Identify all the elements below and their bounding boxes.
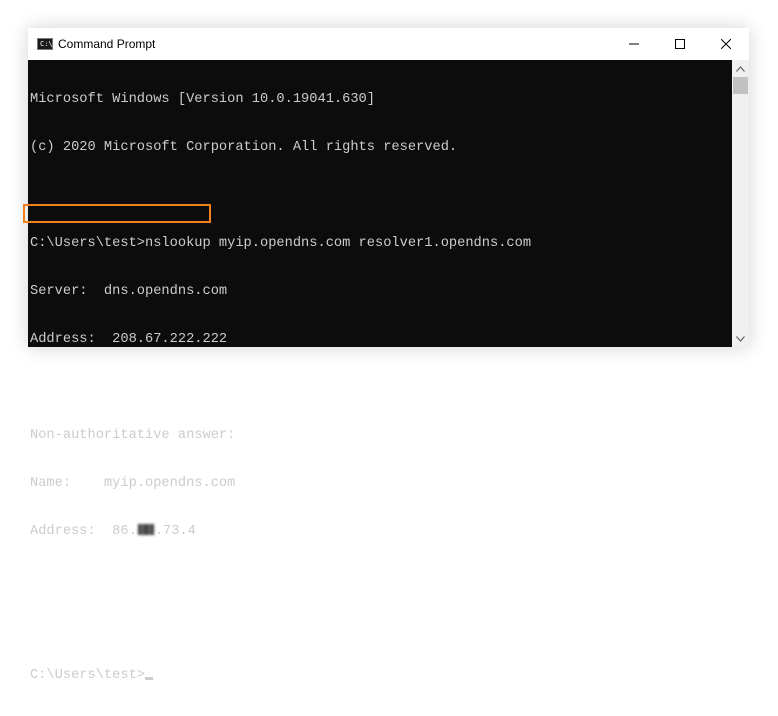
minimize-button[interactable] — [611, 28, 657, 60]
scroll-up-button[interactable] — [732, 60, 749, 77]
console-line: Name: myip.opendns.com — [30, 476, 236, 491]
scroll-down-arrow-icon — [736, 335, 745, 342]
console-line: Server: dns.opendns.com — [30, 284, 228, 299]
cmd-icon-glyph: C:\ — [40, 40, 53, 48]
scroll-down-button[interactable] — [732, 330, 749, 347]
address-highlight-box — [23, 204, 211, 223]
console-line: C:\Users\test>nslookup myip.opendns.com … — [30, 236, 532, 251]
vertical-scrollbar[interactable] — [732, 60, 749, 347]
redacted-octet — [137, 524, 154, 535]
console-line: Non-authoritative answer: — [30, 428, 236, 443]
console-lines: Microsoft Windows [Version 10.0.19041.63… — [30, 60, 531, 716]
console-line: Microsoft Windows [Version 10.0.19041.63… — [30, 92, 375, 107]
address-prefix: Address: 86. — [30, 524, 137, 539]
maximize-icon — [675, 39, 685, 49]
scroll-up-arrow-icon — [736, 65, 745, 72]
prompt-line[interactable]: C:\Users\test> — [30, 668, 531, 684]
title-bar[interactable]: C:\ Command Prompt — [28, 28, 749, 60]
address-result-line: Address: 86. .73.4 — [30, 524, 531, 540]
address-suffix: .73.4 — [154, 524, 196, 539]
console-line: Address: 208.67.222.222 — [30, 332, 228, 347]
minimize-icon — [629, 43, 639, 45]
text-cursor — [145, 677, 153, 680]
cmd-icon[interactable]: C:\ — [37, 38, 53, 50]
scrollbar-thumb[interactable] — [733, 77, 748, 94]
window-title: Command Prompt — [58, 37, 156, 51]
command-prompt-window: C:\ Command Prompt Microsoft Windows [Ve… — [28, 28, 749, 683]
close-button[interactable] — [703, 28, 749, 60]
close-icon — [721, 39, 731, 49]
maximize-button[interactable] — [657, 28, 703, 60]
prompt-text: C:\Users\test> — [30, 668, 145, 683]
console-line: (c) 2020 Microsoft Corporation. All righ… — [30, 140, 458, 155]
